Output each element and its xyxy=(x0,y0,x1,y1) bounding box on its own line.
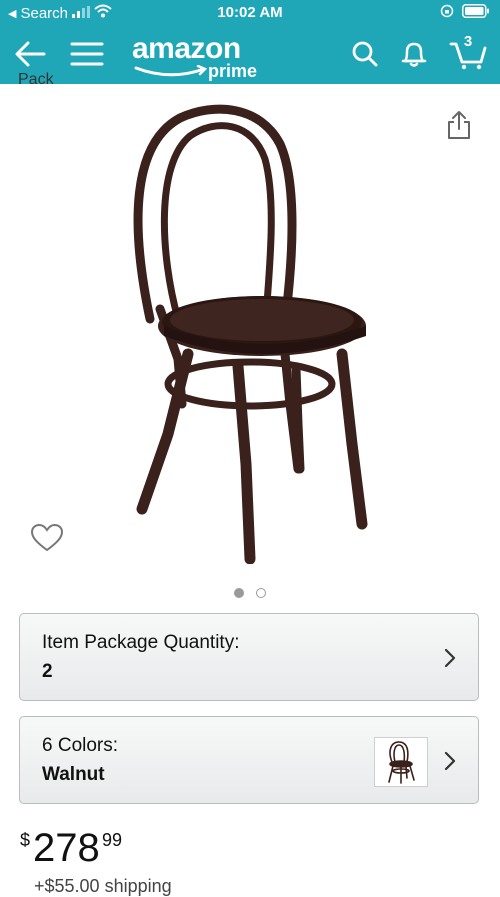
back-arrow-icon[interactable] xyxy=(10,36,50,72)
price-fraction: 99 xyxy=(102,830,123,850)
color-count-label: 6 Colors: xyxy=(42,735,119,756)
image-pager xyxy=(0,588,500,598)
color-value: Walnut xyxy=(42,764,105,785)
chevron-right-icon xyxy=(444,648,456,673)
logo-prime-text: prime xyxy=(208,61,258,81)
notification-bell-icon[interactable] xyxy=(394,36,434,72)
pager-dot-1[interactable] xyxy=(234,588,244,598)
chevron-right-icon xyxy=(444,751,456,776)
package-quantity-label: Item Package Quantity: xyxy=(42,632,240,653)
status-right xyxy=(440,4,490,22)
search-icon[interactable] xyxy=(345,36,385,72)
orientation-lock-icon xyxy=(440,4,454,22)
status-bar: ◀ Search 10:02 AM xyxy=(0,0,500,26)
price-currency: $ xyxy=(20,830,31,850)
product-image-chair[interactable] xyxy=(120,104,380,569)
status-time: 10:02 AM xyxy=(217,4,283,21)
price-whole: 278 xyxy=(33,826,100,870)
cart-icon[interactable]: 3 xyxy=(446,33,492,72)
battery-icon xyxy=(462,4,490,22)
amazon-prime-logo[interactable]: amazon prime xyxy=(132,32,257,81)
menu-icon[interactable] xyxy=(67,36,107,72)
package-quantity-value: 2 xyxy=(42,661,53,682)
product-title-fragment: Pack xyxy=(18,71,54,88)
nav-bar: amazon prime 3 xyxy=(0,26,500,84)
logo-smile-icon xyxy=(134,65,208,77)
color-swatch-thumbnail xyxy=(374,737,428,787)
share-icon[interactable] xyxy=(446,110,472,145)
package-quantity-selector[interactable]: Item Package Quantity: 2 xyxy=(19,613,479,701)
pager-dot-2[interactable] xyxy=(256,588,266,598)
color-selector[interactable]: 6 Colors: Walnut xyxy=(19,716,479,804)
cart-count: 3 xyxy=(463,33,473,50)
shipping-cost: +$55.00 shipping xyxy=(34,876,172,896)
heart-icon[interactable] xyxy=(30,523,64,558)
